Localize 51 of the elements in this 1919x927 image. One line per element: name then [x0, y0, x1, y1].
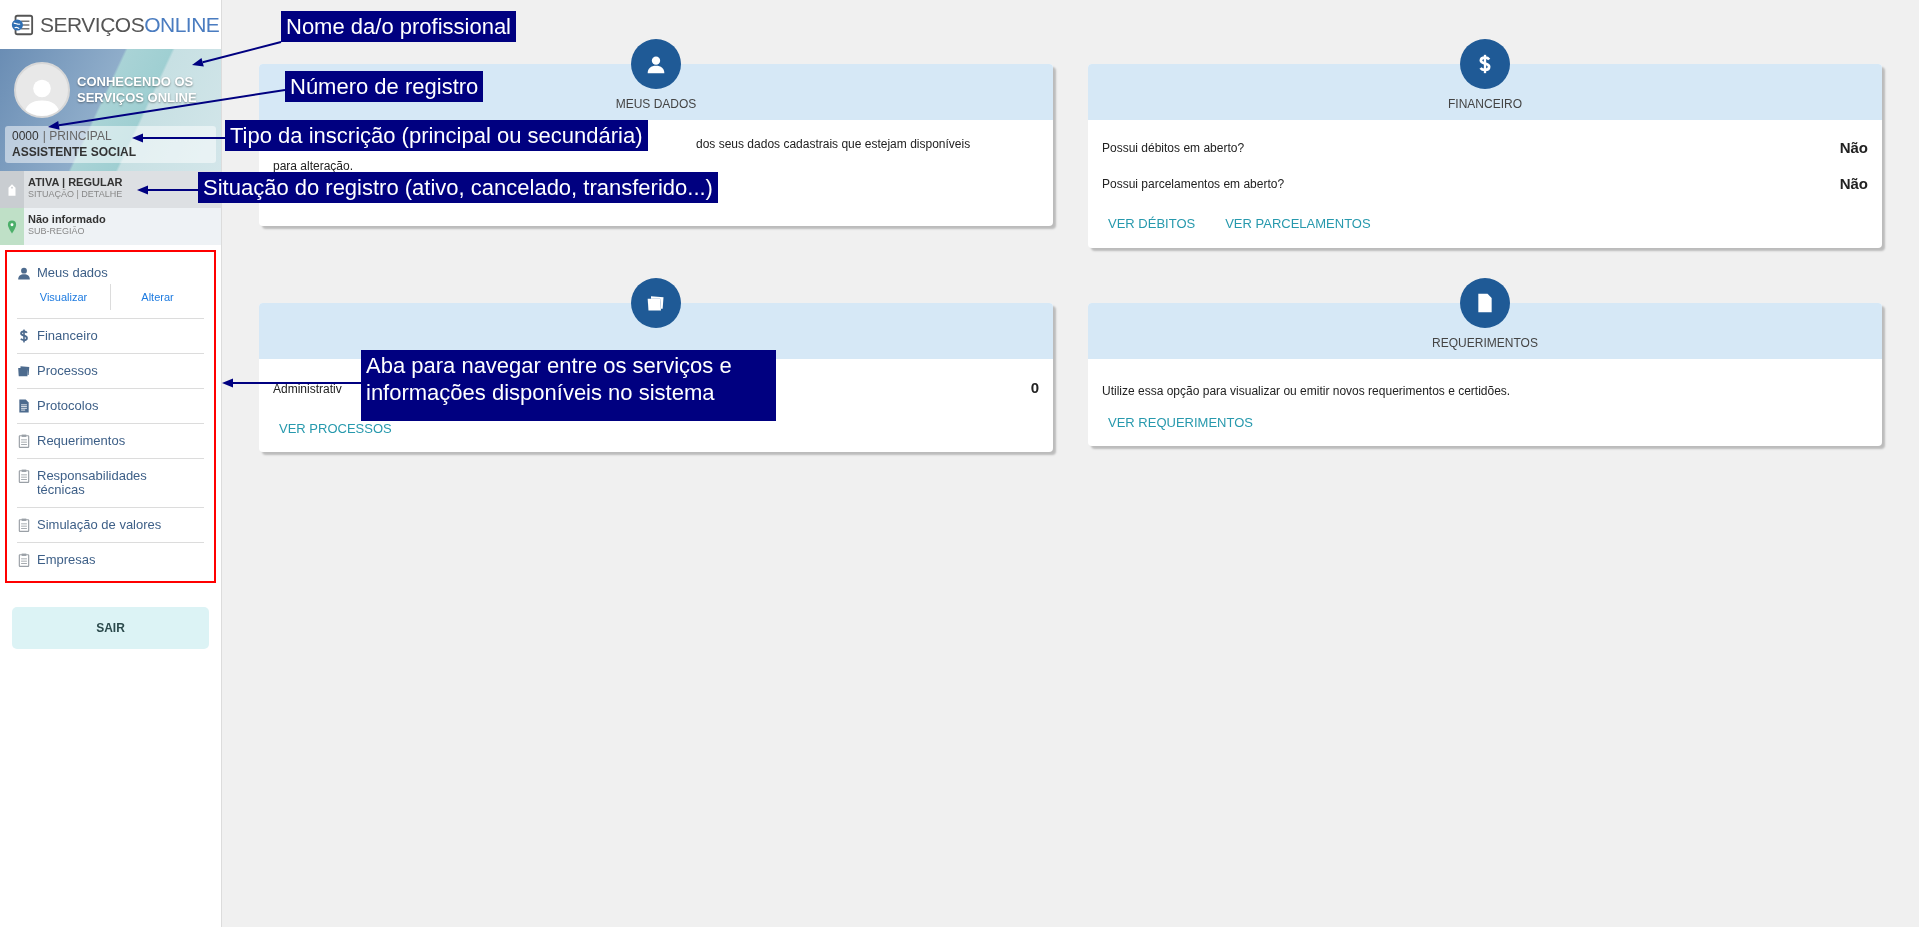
annotation-label: Aba para navegar entre os serviços e informações disponíveis no sistema [361, 350, 776, 421]
menu-sublink[interactable]: Visualizar [17, 284, 110, 310]
document-icon [1475, 292, 1495, 313]
status-caption: SITUAÇÃO | DETALHE [28, 189, 123, 200]
user-icon [17, 266, 31, 280]
clipboard-icon [17, 553, 31, 567]
card-text: dos seus dados cadastrais que estejam disponíveis [696, 137, 971, 151]
logout-button[interactable]: SAIR [12, 607, 209, 649]
menu-item[interactable]: Empresas [17, 543, 204, 577]
card-title: FINANCEIRO [1448, 96, 1522, 113]
logo-text: ONLINE [144, 11, 220, 38]
profession: ASSISTENTE SOCIAL [12, 144, 137, 160]
row-label: Possui parcelamentos em aberto? [1102, 176, 1285, 193]
pin-icon [5, 219, 19, 234]
menu-item[interactable]: Financeiro [17, 319, 204, 353]
row-label: Administrativ [273, 380, 342, 398]
status-value: Não informado [28, 213, 106, 226]
arrow [137, 185, 199, 195]
logo-icon [10, 12, 34, 37]
status-value: ATIVA | REGULAR [28, 176, 123, 189]
registration-number: 0000 [12, 129, 39, 144]
card-title: REQUERIMENTOS [1432, 334, 1538, 352]
document-icon [17, 399, 31, 413]
menu-item[interactable]: Protocolos [17, 389, 204, 423]
annotation-label: Tipo da inscrição (principal ou secundária) [225, 120, 648, 151]
card-title: MEUS DADOS [615, 96, 697, 113]
menu-item[interactable]: Meus dados [17, 256, 204, 284]
clipboard-icon [17, 434, 31, 448]
annotation-label: Situação do registro (ativo, cancelado, transferido...) [198, 172, 718, 203]
user-icon [646, 54, 666, 74]
logo-text: SERVIÇOS [40, 11, 145, 38]
registration-type: | PRINCIPAL [42, 129, 112, 144]
avatar [14, 62, 70, 118]
menu-item[interactable]: Responsabilidades técnicas [17, 459, 204, 507]
annotation-label: Nome da/o profissional [281, 11, 516, 42]
row-value: 0 [1030, 378, 1039, 399]
row-value: Não [1839, 137, 1868, 158]
menu-item[interactable]: Processos [17, 354, 204, 388]
status-caption: SUB-REGIÃO [28, 226, 86, 237]
menu-item[interactable]: Requerimentos [17, 424, 204, 458]
menu-item[interactable]: Simulação de valores [17, 508, 204, 542]
clipboard-icon [17, 469, 31, 483]
folder-icon [17, 364, 31, 378]
annotation-label: Número de registro [285, 71, 484, 102]
menu-sublink[interactable]: Alterar [110, 284, 204, 310]
card-text: Utilize essa opção para visualizar ou emitir novos requerimentos e certidões. [1102, 382, 1512, 399]
row-value: Não [1839, 173, 1868, 194]
dollar-icon [17, 329, 31, 343]
row-label: Possui débitos em aberto? [1102, 140, 1245, 157]
card-text: para alteração. [273, 159, 354, 173]
clipboard-icon [17, 518, 31, 532]
